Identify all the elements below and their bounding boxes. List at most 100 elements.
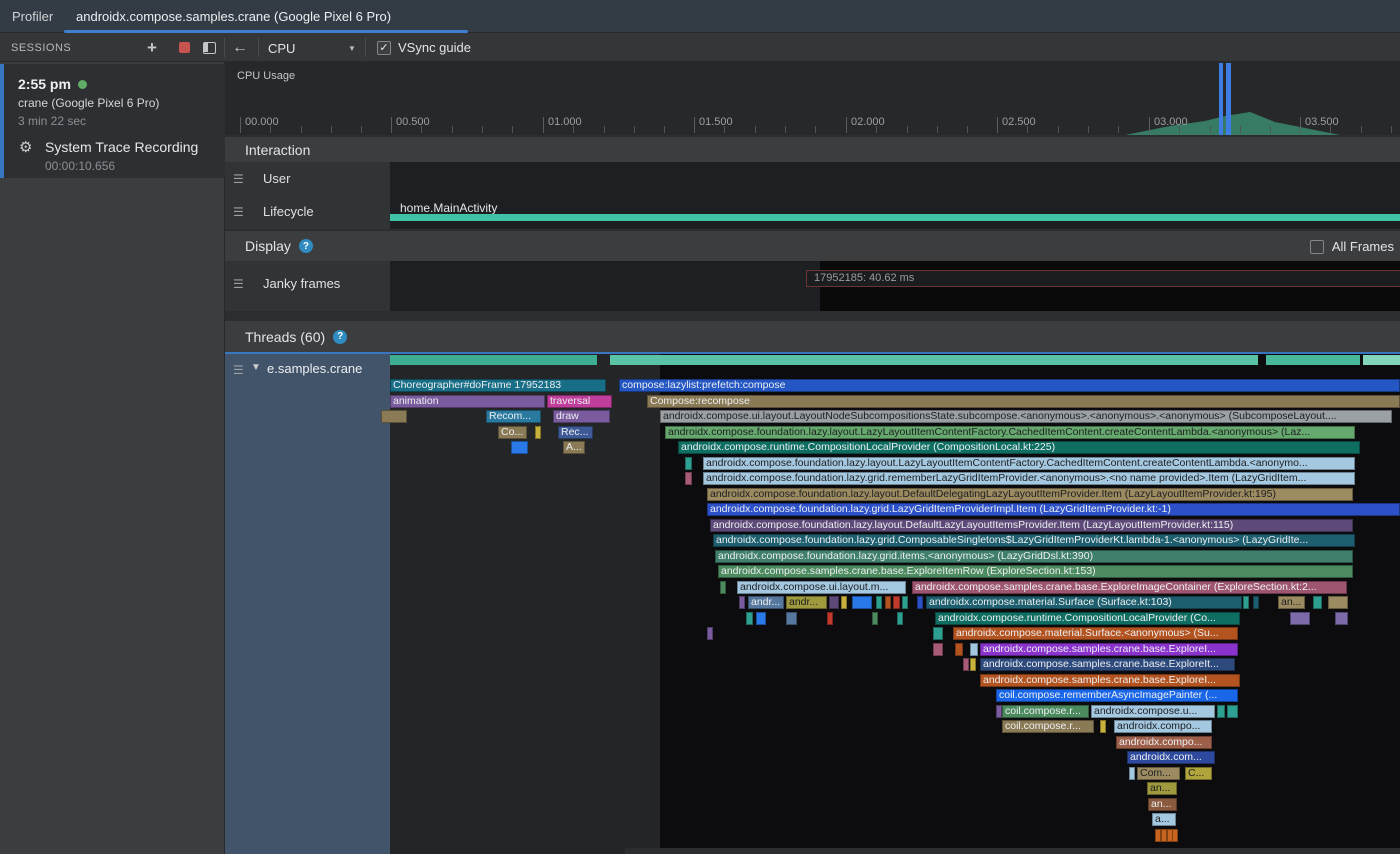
- all-frames-checkbox[interactable]: [1310, 240, 1324, 254]
- session-card[interactable]: 2:55 pm crane (Google Pixel 6 Pro) 3 min…: [0, 64, 225, 178]
- trace-span[interactable]: androidx.compose.material.Surface.<anony…: [953, 627, 1238, 640]
- toggle-panel-button[interactable]: [199, 33, 219, 62]
- trace-span[interactable]: [1129, 767, 1135, 780]
- trace-span[interactable]: [535, 426, 541, 439]
- trace-span[interactable]: androidx.compose.foundation.lazy.grid.it…: [715, 550, 1353, 563]
- trace-span[interactable]: [841, 596, 847, 609]
- tab-profiler[interactable]: Profiler: [12, 0, 53, 33]
- trace-span[interactable]: Co...: [498, 426, 527, 439]
- tab-session[interactable]: androidx.compose.samples.crane (Google P…: [76, 0, 391, 33]
- trace-span[interactable]: androidx.compo...: [1114, 720, 1212, 733]
- thread-state-segment[interactable]: [390, 355, 597, 365]
- trace-span[interactable]: androidx.compose.ui.layout.LayoutNodeSub…: [660, 410, 1392, 423]
- trace-span[interactable]: androidx.compose.runtime.CompositionLoca…: [678, 441, 1360, 454]
- trace-span[interactable]: androidx.compose.ui.layout.m...: [737, 581, 906, 594]
- drag-handle-icon[interactable]: ☰: [233, 205, 244, 219]
- trace-span[interactable]: [917, 596, 923, 609]
- trace-span[interactable]: animation: [390, 395, 545, 408]
- janky-frame-bar[interactable]: 17952185: 40.62 ms: [806, 270, 1400, 287]
- trace-span[interactable]: [963, 658, 969, 671]
- trace-span[interactable]: [1217, 705, 1225, 718]
- trace-span[interactable]: [1243, 596, 1249, 609]
- trace-span[interactable]: [756, 612, 766, 625]
- trace-span[interactable]: [970, 643, 978, 656]
- trace-span[interactable]: [876, 596, 882, 609]
- trace-span[interactable]: Recom...: [486, 410, 541, 423]
- trace-span[interactable]: [1313, 596, 1322, 609]
- help-icon[interactable]: ?: [333, 330, 347, 344]
- trace-span[interactable]: coil.compose.r...: [1002, 705, 1089, 718]
- trace-span[interactable]: an...: [1148, 798, 1177, 811]
- trace-span[interactable]: [707, 627, 713, 640]
- trace-span[interactable]: androidx.compose.samples.crane.base.Expl…: [980, 674, 1240, 687]
- trace-span[interactable]: [739, 596, 745, 609]
- trace-span[interactable]: androidx.compose.foundation.lazy.grid.re…: [703, 472, 1355, 485]
- trace-span[interactable]: A...: [563, 441, 585, 454]
- trace-span[interactable]: [786, 612, 797, 625]
- trace-span[interactable]: [1253, 596, 1259, 609]
- trace-span[interactable]: [1328, 596, 1348, 609]
- trace-span[interactable]: androidx.compose.material.Surface (Surfa…: [926, 596, 1242, 609]
- stop-recording-button[interactable]: [174, 33, 194, 62]
- drag-handle-icon[interactable]: ☰: [233, 363, 244, 377]
- trace-span[interactable]: [829, 596, 839, 609]
- trace-span[interactable]: [1335, 612, 1348, 625]
- trace-span[interactable]: [897, 612, 903, 625]
- back-button[interactable]: ←: [229, 33, 251, 62]
- trace-span[interactable]: [970, 658, 976, 671]
- trace-span[interactable]: [685, 457, 692, 470]
- trace-span[interactable]: androidx.compose.samples.crane.base.Expl…: [718, 565, 1353, 578]
- trace-span[interactable]: [933, 627, 943, 640]
- trace-span[interactable]: Rec...: [558, 426, 593, 439]
- trace-span[interactable]: androidx.com...: [1127, 751, 1215, 764]
- cpu-usage-track[interactable]: CPU Usage 00.00000.50001.00001.50002.000…: [225, 62, 1400, 135]
- profiler-type-dropdown[interactable]: CPU ▼: [268, 39, 360, 57]
- trace-span[interactable]: [885, 596, 891, 609]
- trace-span[interactable]: [872, 612, 878, 625]
- collapse-thread-icon[interactable]: ▼: [251, 362, 261, 373]
- trace-span[interactable]: [1227, 705, 1238, 718]
- trace-span[interactable]: androidx.compose.samples.crane.base.Expl…: [912, 581, 1347, 594]
- trace-span[interactable]: [1100, 720, 1106, 733]
- trace-span[interactable]: androidx.compose.foundation.lazy.layout.…: [703, 457, 1355, 470]
- trace-span[interactable]: androidx.compose.foundation.lazy.grid.La…: [707, 503, 1400, 516]
- drag-handle-icon[interactable]: ☰: [233, 277, 244, 291]
- trace-span[interactable]: andr...: [786, 596, 827, 609]
- trace-span[interactable]: compose:lazylist:prefetch:compose: [619, 379, 1400, 392]
- time-axis[interactable]: 00.00000.50001.00001.50002.00002.50003.0…: [225, 112, 1400, 135]
- trace-span[interactable]: C...: [1185, 767, 1212, 780]
- trace-span[interactable]: [893, 596, 900, 609]
- thread-state-segment[interactable]: [610, 355, 1258, 365]
- trace-span[interactable]: an...: [1278, 596, 1305, 609]
- trace-span[interactable]: androidx.compose.foundation.lazy.layout.…: [710, 519, 1353, 532]
- trace-span[interactable]: androidx.compo...: [1116, 736, 1212, 749]
- trace-span[interactable]: Com...: [1137, 767, 1180, 780]
- trace-span[interactable]: androidx.compose.foundation.lazy.layout.…: [665, 426, 1355, 439]
- drag-handle-icon[interactable]: ☰: [233, 172, 244, 186]
- recording-title[interactable]: System Trace Recording: [45, 139, 198, 155]
- trace-span[interactable]: coil.compose.r...: [1002, 720, 1094, 733]
- lifecycle-lane-track[interactable]: home.MainActivity: [390, 195, 1400, 229]
- trace-span[interactable]: [720, 581, 726, 594]
- trace-span[interactable]: [827, 612, 833, 625]
- trace-span[interactable]: Choreographer#doFrame 17952183: [390, 379, 606, 392]
- trace-span[interactable]: androidx.compose.runtime.CompositionLoca…: [935, 612, 1240, 625]
- trace-span[interactable]: [511, 441, 528, 454]
- all-frames-toggle[interactable]: All Frames: [1310, 239, 1394, 254]
- interaction-section-header[interactable]: Interaction: [225, 137, 1400, 162]
- trace-span[interactable]: [381, 410, 407, 423]
- help-icon[interactable]: ?: [299, 239, 313, 253]
- trace-span[interactable]: draw: [553, 410, 610, 423]
- add-session-button[interactable]: +: [142, 33, 162, 62]
- vsync-checkbox[interactable]: ✓: [377, 41, 391, 55]
- trace-span[interactable]: androidx.compose.foundation.lazy.layout.…: [707, 488, 1353, 501]
- trace-span[interactable]: [1172, 829, 1178, 842]
- user-lane-track[interactable]: [390, 162, 1400, 195]
- trace-span[interactable]: traversal: [547, 395, 612, 408]
- trace-span[interactable]: [902, 596, 908, 609]
- trace-span[interactable]: androidx.compose.samples.crane.base.Expl…: [980, 658, 1235, 671]
- trace-span[interactable]: andr...: [748, 596, 784, 609]
- trace-span[interactable]: Compose:recompose: [647, 395, 1400, 408]
- trace-span[interactable]: [1290, 612, 1310, 625]
- vsync-guide-toggle[interactable]: ✓ VSync guide: [377, 40, 471, 55]
